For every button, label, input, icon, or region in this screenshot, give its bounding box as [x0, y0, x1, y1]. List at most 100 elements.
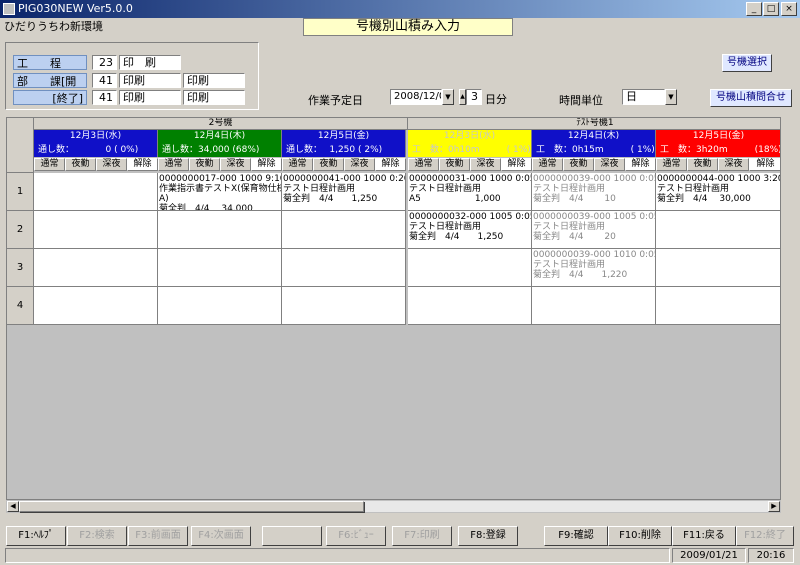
scroll-right-button[interactable]: ▶ [768, 501, 780, 512]
process-code-field[interactable]: 23 [92, 55, 117, 70]
schedule-cell[interactable]: 0000000041-000 1000 0:20 テスト日程計画用 菊全判 4/4 … [282, 173, 406, 211]
minimize-button[interactable]: _ [746, 2, 762, 16]
status-message [5, 548, 670, 563]
shift-button[interactable]: 夜勤 [687, 158, 718, 171]
app-icon [3, 3, 15, 15]
shift-button[interactable]: 解除 [749, 158, 780, 171]
function-key-button-blank[interactable] [262, 526, 322, 546]
schedule-cell[interactable] [656, 287, 780, 325]
date-dropdown-button[interactable]: ▼ [442, 89, 454, 105]
days-unit: 日分 [485, 93, 507, 106]
schedule-cell[interactable] [34, 211, 158, 249]
shift-button[interactable]: 通常 [282, 158, 313, 171]
schedule-cell[interactable] [34, 287, 158, 325]
machine-select-button[interactable]: 号機選択 [722, 54, 772, 72]
schedule-cell[interactable] [34, 173, 158, 211]
schedule-cell[interactable]: 0000000039-000 1000 0:05 テスト日程計画用 菊全判 4/4 … [532, 173, 656, 211]
day-header-stat: 通し数： 0 ( 0%) [34, 143, 158, 157]
schedule-cell[interactable] [408, 287, 532, 325]
row-number: 2 [7, 211, 34, 249]
shift-button[interactable]: 通常 [656, 158, 687, 171]
schedule-cell[interactable] [158, 211, 282, 249]
shift-button[interactable]: 通常 [34, 158, 65, 171]
shift-button[interactable]: 夜勤 [563, 158, 594, 171]
time-unit-dropdown-button[interactable]: ▼ [665, 89, 677, 105]
time-unit-label: 時間単位 [559, 94, 603, 107]
status-time: 20:16 [748, 548, 794, 563]
shift-button[interactable]: 夜勤 [189, 158, 220, 171]
schedule-cell[interactable] [34, 249, 158, 287]
function-key-button[interactable]: F1:ﾍﾙﾌﾟ [6, 526, 66, 546]
dept-end-name2-field: 印刷 [183, 90, 245, 105]
schedule-cell[interactable] [282, 249, 406, 287]
day-header-stat: 通し数：34,000 (68%) [158, 143, 282, 157]
scrollbar-thumb[interactable] [19, 501, 364, 512]
row-number: 3 [7, 249, 34, 287]
schedule-cell[interactable] [532, 287, 656, 325]
function-key-button[interactable]: F11:戻る [672, 526, 736, 546]
schedule-cell[interactable] [282, 211, 406, 249]
shift-button[interactable]: 深夜 [594, 158, 625, 171]
schedule-cell[interactable] [408, 249, 532, 287]
shift-button[interactable]: 夜勤 [439, 158, 470, 171]
window-title-bar[interactable]: PIG030NEW Ver5.0.0 [0, 0, 800, 18]
status-date: 2009/01/21 [672, 548, 746, 563]
machine-check-button[interactable]: 号機山積問合せ [710, 89, 792, 107]
days-field[interactable]: 3 [466, 89, 482, 105]
schedule-cell[interactable] [656, 249, 780, 287]
schedule-cell[interactable]: 0000000032-000 1005 0:05 テスト日程計画用 菊全判 4/4 … [408, 211, 532, 249]
shift-button[interactable]: 深夜 [220, 158, 251, 171]
schedule-cell[interactable]: 0000000044-000 1000 3:20 テスト日程計画用 菊全判 4/4 … [656, 173, 780, 211]
process-label: 工 程 [13, 55, 87, 70]
scroll-left-button[interactable]: ◀ [7, 501, 19, 512]
schedule-cell[interactable]: 0000000039-000 1010 0:05 テスト日程計画用 菊全判 4/4 … [532, 249, 656, 287]
function-key-button[interactable]: F9:確認 [544, 526, 608, 546]
shift-button[interactable]: 通常 [532, 158, 563, 171]
shift-button[interactable]: 深夜 [344, 158, 375, 171]
days-spinner[interactable]: ▲ [459, 89, 466, 105]
shift-button[interactable]: 夜勤 [313, 158, 344, 171]
function-key-button[interactable]: F4:次画面 [191, 526, 251, 546]
schedule-cell[interactable] [158, 249, 282, 287]
date-label: 作業予定日 [308, 94, 363, 107]
schedule-cell[interactable]: 0000000017-000 1000 9:10 作業指示書テストX(保育物仕様 A… [158, 173, 282, 211]
maximize-button[interactable]: □ [763, 2, 779, 16]
shift-button[interactable]: 深夜 [470, 158, 501, 171]
shift-button[interactable]: 通常 [158, 158, 189, 171]
schedule-cell[interactable] [656, 211, 780, 249]
shift-button[interactable]: 通常 [408, 158, 439, 171]
time-unit-select[interactable]: 日 [622, 89, 665, 105]
cell-line: A5 1,000 [409, 194, 501, 204]
function-key-button[interactable]: F3:前画面 [128, 526, 188, 546]
shift-button[interactable]: 解除 [625, 158, 656, 171]
cell-line: テスト日程計画用 [409, 222, 482, 232]
date-field[interactable]: 2008/12/03 [390, 89, 442, 105]
function-key-button[interactable]: F12:終了 [736, 526, 794, 546]
shift-button[interactable]: 夜勤 [65, 158, 96, 171]
shift-button[interactable]: 解除 [127, 158, 158, 171]
shift-button[interactable]: 深夜 [718, 158, 749, 171]
shift-button[interactable]: 深夜 [96, 158, 127, 171]
horizontal-scrollbar[interactable]: ◀ ▶ [6, 500, 781, 513]
function-key-button[interactable]: F10:削除 [608, 526, 672, 546]
schedule-cell[interactable]: 0000000031-000 1000 0:05 テスト日程計画用 A5 1,000 [408, 173, 532, 211]
schedule-cell[interactable] [282, 287, 406, 325]
shift-button[interactable]: 解除 [251, 158, 282, 171]
close-button[interactable]: × [781, 2, 797, 16]
dept-start-code-field[interactable]: 41 [92, 73, 117, 88]
function-key-button[interactable]: F2:検索 [67, 526, 127, 546]
schedule-cell[interactable]: 0000000039-000 1005 0:05 テスト日程計画用 菊全判 4/4 … [532, 211, 656, 249]
function-key-button[interactable]: F6:ﾋﾞｭｰ [326, 526, 386, 546]
dept-end-code-field[interactable]: 41 [92, 90, 117, 105]
environment-name: ひだりうちわ新環境 [4, 20, 103, 33]
dept-end-label: [終了] [13, 90, 87, 105]
schedule-grid: 2号機 ﾃｽﾄ号機1 12月3日(水) 通し数： 0 ( 0%) 通常 夜勤 深夜 解除 1… [6, 117, 781, 500]
row-number: 1 [7, 173, 34, 211]
function-key-button[interactable]: F8:登録 [458, 526, 518, 546]
chevron-down-icon: ▼ [668, 93, 674, 101]
function-key-button[interactable]: F7:印刷 [392, 526, 452, 546]
schedule-cell[interactable] [158, 287, 282, 325]
shift-button[interactable]: 解除 [375, 158, 406, 171]
cell-line: テスト日程計画用 [533, 260, 606, 270]
shift-button[interactable]: 解除 [501, 158, 532, 171]
